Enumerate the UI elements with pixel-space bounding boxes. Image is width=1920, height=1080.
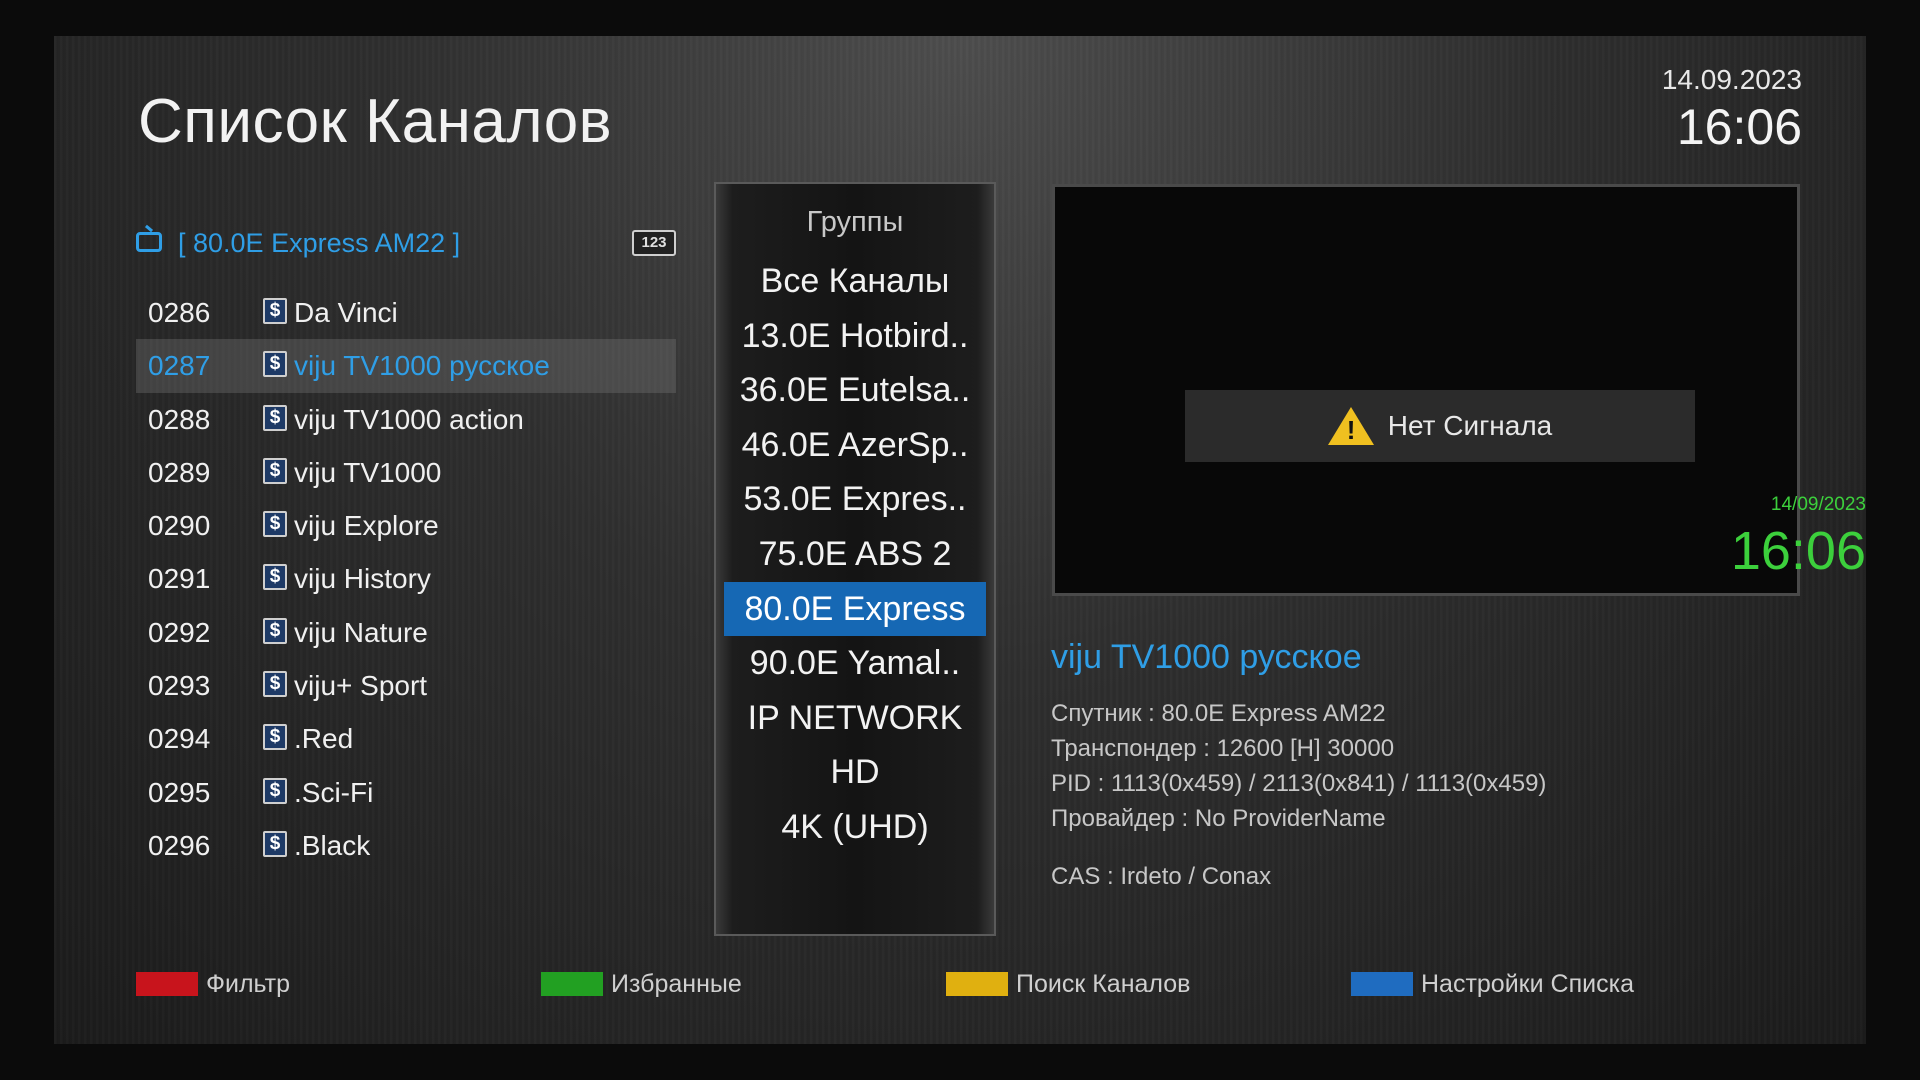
scrambled-icon: $ <box>263 351 287 378</box>
yellow-key-swatch <box>946 972 1008 996</box>
green-key-swatch <box>541 972 603 996</box>
yellow-key-label: Поиск Каналов <box>1016 970 1191 998</box>
scrambled-icon: $ <box>263 404 287 431</box>
channel-number: 0295 <box>148 776 211 808</box>
scrambled-icon: $ <box>263 671 287 698</box>
channel-number: 0293 <box>148 670 211 702</box>
scrambled-icon: $ <box>263 724 287 751</box>
channel-number: 0289 <box>148 456 211 488</box>
channel-number: 0286 <box>148 297 211 328</box>
header-date: 14.09.2023 <box>1661 64 1802 95</box>
channel-number: 0291 <box>148 563 211 595</box>
page-title: Список Каналов <box>138 87 613 156</box>
info-channel-name: viju TV1000 русское <box>1051 638 1362 676</box>
header-time: 16:06 <box>1676 99 1802 155</box>
group-item[interactable]: 80.0E Express <box>724 581 986 637</box>
channel-row[interactable]: 0293 $ viju+ Sport <box>136 659 676 712</box>
channel-name: Da Vinci <box>294 297 398 328</box>
current-satellite[interactable]: [ 80.0E Express AM22 ] <box>178 228 460 259</box>
group-item[interactable]: 4K (UHD) <box>724 800 986 855</box>
overlay-clock-date: 14/09/2023 <box>1770 494 1866 515</box>
channel-number: 0288 <box>148 403 211 435</box>
blue-key-swatch <box>1351 972 1413 996</box>
channel-name: viju TV1000 русское <box>294 350 550 382</box>
tv-icon <box>136 232 162 252</box>
green-key-label: Избранные <box>611 970 742 998</box>
channel-number: 0287 <box>148 350 211 382</box>
scrambled-icon: $ <box>263 511 287 538</box>
channel-row[interactable]: 0291 $ viju History <box>136 552 676 605</box>
channel-row[interactable]: 0286 $ Da Vinci <box>136 286 676 339</box>
channel-row[interactable]: 0295 $ .Sci-Fi <box>136 766 676 819</box>
group-item[interactable]: 75.0E ABS 2 <box>724 527 986 582</box>
scrambled-icon: $ <box>263 564 287 591</box>
no-signal-banner: ! Нет Сигнала <box>1185 390 1695 462</box>
red-key-swatch <box>136 972 198 996</box>
scrambled-icon: $ <box>263 617 287 644</box>
channel-name: .Red <box>294 723 354 755</box>
scrambled-icon: $ <box>263 298 287 324</box>
channel-list-screen: Список Каналов 14.09.2023 16:06 [ 80.0E … <box>54 36 1866 1044</box>
info-cas: CAS : Irdeto / Conax <box>1051 863 1272 890</box>
channel-list: 0286 $ Da Vinci 0287 $ viju TV1000 русское 028… <box>136 286 676 872</box>
channel-name: .Black <box>294 829 371 861</box>
channel-row[interactable]: 0294 $ .Red <box>136 712 676 765</box>
scrambled-icon: $ <box>263 830 287 857</box>
channel-number: 0294 <box>148 723 211 755</box>
scrambled-icon: $ <box>263 457 287 484</box>
group-item[interactable]: HD <box>724 745 986 800</box>
video-preview: ! Нет Сигнала <box>1052 184 1800 596</box>
blue-key-label: Настройки Списка <box>1421 970 1634 998</box>
group-item[interactable]: 36.0E Eutelsa.. <box>724 363 986 418</box>
info-satellite: Спутник : 80.0E Express AM22 <box>1051 700 1386 727</box>
color-key-bar: Фильтр Избранные Поиск Каналов Настройки… <box>136 966 1786 1006</box>
red-key-label: Фильтр <box>206 970 290 998</box>
groups-panel: Группы Все Каналы 13.0E Hotbird.. 36.0E Eu… <box>714 182 996 936</box>
warning-icon: ! <box>1327 407 1374 445</box>
channel-number: 0292 <box>148 616 211 648</box>
channel-name: viju Nature <box>294 616 428 648</box>
channel-row[interactable]: 0287 $ viju TV1000 русское <box>136 339 676 393</box>
channel-number: 0290 <box>148 510 211 542</box>
channel-info: Спутник : 80.0E Express AM22 Транспондер… <box>1051 696 1546 836</box>
channel-name: viju+ Sport <box>294 670 428 702</box>
channel-name: viju Explore <box>294 510 439 542</box>
overlay-clock-time: 16:06 <box>1730 521 1866 581</box>
scrambled-icon: $ <box>263 777 287 804</box>
group-item[interactable]: 13.0E Hotbird.. <box>724 309 986 364</box>
info-transponder: Транспондер : 12600 [H] 30000 <box>1051 735 1395 762</box>
channel-number: 0296 <box>148 829 211 861</box>
channel-name: viju TV1000 <box>294 456 442 488</box>
channel-name: viju History <box>294 563 431 595</box>
channel-row[interactable]: 0292 $ viju Nature <box>136 606 676 659</box>
group-item[interactable]: 53.0E Expres.. <box>724 472 986 527</box>
group-item[interactable]: 46.0E AzerSp.. <box>724 418 986 473</box>
group-item[interactable]: Все Каналы <box>724 254 986 309</box>
group-list: Все Каналы 13.0E Hotbird.. 36.0E Eutelsa..… <box>724 254 986 855</box>
group-item[interactable]: IP NETWORK <box>724 691 986 746</box>
channel-row[interactable]: 0290 $ viju Explore <box>136 499 676 552</box>
info-provider: Провайдер : No ProviderName <box>1051 805 1386 832</box>
group-item[interactable]: 90.0E Yamal.. <box>724 636 986 691</box>
groups-title: Группы <box>806 206 904 238</box>
channel-name: viju TV1000 action <box>294 403 524 435</box>
channel-row[interactable]: 0288 $ viju TV1000 action <box>136 393 676 446</box>
info-pid: PID : 1113(0x459) / 2113(0x841) / 1113(0… <box>1051 770 1547 797</box>
sort-numeric-badge[interactable]: 123 <box>632 230 676 256</box>
channel-list-header: [ 80.0E Express AM22 ] 123 <box>136 224 676 264</box>
channel-row[interactable]: 0296 $ .Black <box>136 819 676 872</box>
channel-name: .Sci-Fi <box>294 776 374 808</box>
channel-row[interactable]: 0289 $ viju TV1000 <box>136 446 676 499</box>
no-signal-text: Нет Сигнала <box>1387 410 1553 441</box>
